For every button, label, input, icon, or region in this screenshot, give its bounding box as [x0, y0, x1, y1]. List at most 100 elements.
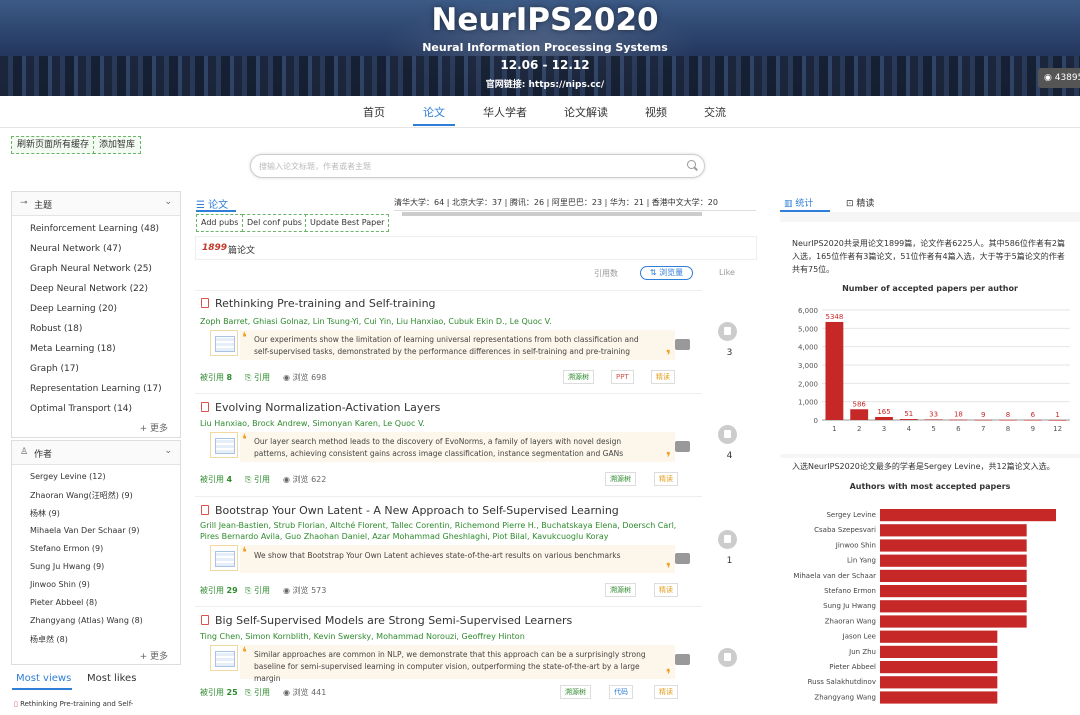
trace-tree-button[interactable]: 溯源树 [605, 472, 636, 486]
cite-button[interactable]: ⎘ 引用 [245, 585, 270, 596]
pdf-icon[interactable] [201, 402, 209, 412]
paper-authors[interactable]: Liu Hanxiao, Brock Andrew, Simonyan Kare… [200, 419, 700, 428]
authors-header[interactable]: ♙ 作者 ⌄ [12, 441, 180, 465]
paper-authors-line2[interactable]: Pires Bernardo Avila, Guo Zhaohan Daniel… [200, 532, 700, 541]
y-tick-label: Sergey Levine [826, 511, 876, 519]
tab-deep-read[interactable]: ⊡ 精读 [846, 196, 874, 209]
author-item[interactable]: Zhaoran Wang(汪昭然) (9) [30, 490, 133, 501]
chevron-down-icon[interactable]: ⌄ [164, 197, 172, 207]
scrollbar-thumb[interactable] [402, 212, 702, 216]
bar [880, 600, 1027, 613]
author-item[interactable]: Jinwoo Shin (9) [30, 580, 90, 589]
author-item[interactable]: Stefano Ermon (9) [30, 544, 103, 553]
paper-thumbnail[interactable] [210, 645, 238, 671]
topic-item[interactable]: Neural Network (47) [30, 244, 121, 254]
author-item[interactable]: Sergey Levine (12) [30, 472, 106, 481]
like-icon[interactable] [718, 648, 737, 667]
tab-most-views[interactable]: Most views [16, 673, 71, 684]
refresh-cache-button[interactable]: 刷新页面所有缓存 [11, 136, 96, 154]
institution-bar[interactable]: 清华大学：64 | 北京大学：37 | 腾讯：26 | 阿里巴巴：23 | 华为… [394, 197, 734, 208]
author-item[interactable]: Zhangyang (Atlas) Wang (8) [30, 616, 143, 625]
deep-read-button[interactable]: 精读 [651, 370, 675, 384]
like-icon[interactable] [718, 530, 737, 549]
add-pubs-button[interactable]: Add pubs [196, 214, 244, 232]
paper-authors[interactable]: Grill Jean-Bastien, Strub Florian, Altch… [200, 521, 700, 530]
author-item[interactable]: 杨卓然 (8) [30, 634, 68, 645]
comment-icon[interactable] [675, 553, 690, 564]
author-item[interactable]: Pieter Abbeel (8) [30, 598, 97, 607]
author-item[interactable]: Mihaela Van Der Schaar (9) [30, 526, 139, 535]
search-box[interactable]: 搜输入论文标题，作者或者主题 [250, 154, 705, 178]
paper-thumbnail[interactable] [210, 432, 238, 458]
paper-thumbnail[interactable] [210, 545, 238, 571]
topic-item[interactable]: Graph Neural Network (25) [30, 264, 152, 274]
papers-per-author-chart: 6,0005,0004,0003,0002,0001,0000534815862… [798, 307, 1070, 433]
comment-icon[interactable] [675, 339, 690, 350]
sort-views[interactable]: ⇅ 浏览量 [640, 266, 693, 280]
like-icon[interactable] [718, 425, 737, 444]
tab-most-likes[interactable]: Most likes [87, 673, 136, 684]
cite-button[interactable]: ⎘ 引用 [245, 474, 270, 485]
nav-videos[interactable]: 视频 [645, 104, 667, 120]
search-icon[interactable] [687, 160, 696, 169]
institution-scrollbar[interactable] [394, 210, 756, 216]
chevron-down-icon[interactable]: ⌄ [164, 446, 172, 456]
topics-header[interactable]: ⊸ 主题 ⌄ [12, 192, 180, 216]
paper-thumbnail[interactable] [210, 330, 238, 356]
most-views-item[interactable]: ▯ Rethinking Pre-training and Self- [14, 700, 133, 708]
code-button[interactable]: 代码 [609, 685, 633, 699]
paper-title[interactable]: Evolving Normalization-Activation Layers [215, 401, 440, 414]
banner-site-link[interactable]: 官网链接: https://nips.cc/ [0, 77, 1080, 90]
nav-papers[interactable]: 论文 [423, 104, 445, 120]
data-label: 9 [981, 411, 985, 419]
topic-item[interactable]: Robust (18) [30, 324, 82, 334]
cite-button[interactable]: ⎘ 引用 [245, 372, 270, 383]
tab-deep-read-label: 精读 [856, 199, 875, 209]
paper-title[interactable]: Rethinking Pre-training and Self-trainin… [215, 297, 436, 310]
sort-citations[interactable]: 引用数 [594, 268, 618, 279]
sort-like[interactable]: Like [719, 268, 735, 277]
nav-home[interactable]: 首页 [363, 104, 385, 120]
paper-authors[interactable]: Zoph Barret, Ghiasi Golnaz, Lin Tsung-Yi… [200, 317, 700, 326]
update-best-paper-button[interactable]: Update Best Paper [305, 214, 390, 232]
pdf-icon[interactable] [201, 298, 209, 308]
del-conf-pubs-button[interactable]: Del conf pubs [242, 214, 307, 232]
pdf-icon[interactable] [201, 505, 209, 515]
topics-more-link[interactable]: + 更多 [140, 421, 168, 434]
pdf-icon[interactable] [201, 615, 209, 625]
trace-tree-button[interactable]: 溯源树 [563, 370, 594, 384]
cite-button[interactable]: ⎘ 引用 [245, 687, 270, 698]
deep-read-button[interactable]: 精读 [654, 583, 678, 597]
nav-discussion[interactable]: 交流 [704, 104, 726, 120]
trace-tree-button[interactable]: 溯源树 [560, 685, 591, 699]
author-item[interactable]: 杨林 (9) [30, 508, 60, 519]
y-tick-label: Jinwoo Shin [835, 541, 876, 549]
authors-more-link[interactable]: + 更多 [140, 649, 168, 662]
add-think-tank-button[interactable]: 添加智库 [93, 136, 142, 154]
tab-papers[interactable]: ☰ 论文 [196, 196, 228, 211]
paper-authors[interactable]: Ting Chen, Simon Kornblith, Kevin Swersk… [200, 632, 700, 641]
topic-item[interactable]: Meta Learning (18) [30, 344, 116, 354]
topic-item[interactable]: Deep Learning (20) [30, 304, 117, 314]
topic-item[interactable]: Reinforcement Learning (48) [30, 224, 159, 234]
search-input[interactable]: 搜输入论文标题，作者或者主题 [259, 161, 371, 172]
comment-icon[interactable] [675, 441, 690, 452]
like-icon[interactable] [718, 322, 737, 341]
plus-icon: + [139, 652, 150, 662]
paper-title[interactable]: Big Self-Supervised Models are Strong Se… [215, 614, 572, 627]
paper-title[interactable]: Bootstrap Your Own Latent - A New Approa… [215, 504, 619, 517]
nav-chinese-scholars[interactable]: 华人学者 [483, 104, 527, 120]
topic-item[interactable]: Representation Learning (17) [30, 384, 162, 394]
ppt-button[interactable]: PPT [611, 370, 634, 384]
topic-item[interactable]: Optimal Transport (14) [30, 404, 132, 414]
topic-item[interactable]: Deep Neural Network (22) [30, 284, 148, 294]
tab-statistics[interactable]: ▥ 统计 [784, 196, 813, 209]
nav-paper-interpretation[interactable]: 论文解读 [564, 104, 608, 120]
deep-read-button[interactable]: 精读 [654, 472, 678, 486]
trace-tree-button[interactable]: 溯源树 [605, 583, 636, 597]
y-tick-label: Jason Lee [842, 633, 876, 641]
author-item[interactable]: Sung Ju Hwang (9) [30, 562, 104, 571]
deep-read-button[interactable]: 精读 [654, 685, 678, 699]
comment-icon[interactable] [675, 654, 690, 665]
topic-item[interactable]: Graph (17) [30, 364, 79, 374]
